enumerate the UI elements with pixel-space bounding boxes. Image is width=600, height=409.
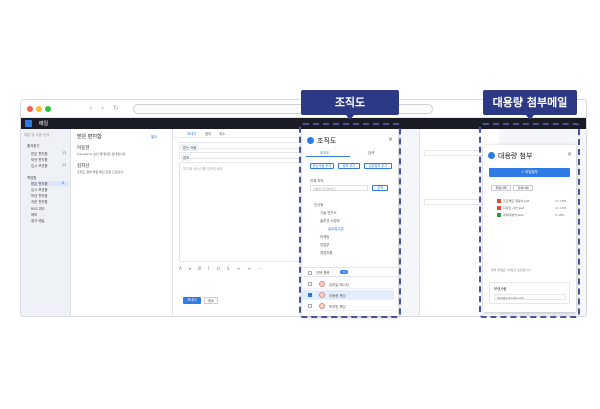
attach-highlight [479,123,580,318]
folder-item[interactable]: 임시 보관함 [31,163,48,168]
cc-label: 참조 [181,154,192,161]
folder-item[interactable]: 즐겨찾기 [27,143,39,148]
maximize-window-icon[interactable] [45,106,51,112]
mail-sender: 김지선 [77,164,90,169]
toolbar-cancel[interactable]: 취소 [219,131,225,136]
folder-count: 6 [62,181,65,185]
mail-sender: 이동현 [77,146,90,151]
folder-count: 13 [62,151,67,155]
attach-callout: 대용량 첨부메일 [483,90,577,115]
folder-pane: 메일 및 사용 검색 즐겨찾기 받은 편지함 13 보낸 편지함 임시 보관함 12 백업함… [21,129,71,316]
folder-item[interactable]: 받은 편지함 [31,151,48,156]
folder-item[interactable]: 정크 메일 [31,218,45,223]
discard-button[interactable]: 취소 [204,297,218,304]
cc-field[interactable]: 참조 [179,152,317,161]
body-placeholder: 여기에 메시지를 입력하세요 [183,167,223,171]
toolbar-send[interactable]: 보내기 [187,131,196,136]
folder-item[interactable]: 지운 편지함 [31,199,48,204]
mail-preview: 조직도 첨부 파일 확인 요청 드립니다 [77,170,124,174]
folder-item[interactable]: 보낸 편지함 [31,193,48,198]
reload-icon[interactable]: ↻ [113,104,119,112]
send-button[interactable]: 보내기 [183,297,201,304]
attach-callout-pointer [526,115,534,120]
folder-item[interactable]: 임시 보관함 [31,187,48,192]
org-highlight [299,123,401,318]
org-callout-pointer [346,115,354,120]
close-window-icon[interactable] [27,106,33,112]
minimize-window-icon[interactable] [36,106,42,112]
folder-count: 12 [62,163,67,167]
app-grid-icon[interactable] [25,120,32,127]
mail-filter[interactable]: 필터 [151,134,157,139]
format-toolbar[interactable]: A ▾ B I U S ≡ ≡ ⋯ [179,266,317,272]
subject-field[interactable] [424,199,486,205]
to-field[interactable]: 받는 사람 [179,142,317,151]
app-title: 메일 [39,121,49,127]
mail-item[interactable]: 이동현 sns.app.io 보안 업데이트 안내입니다 [77,145,125,156]
folder-item[interactable]: 메모 [31,212,37,217]
back-icon[interactable]: ‹ [89,103,92,112]
org-callout: 조직도 [301,90,399,115]
mail-list: 받은 편지함 필터 이동현 sns.app.io 보안 업데이트 안내입니다 김… [71,129,173,316]
folder-item[interactable]: 보낸 편지함 [31,157,48,162]
forward-icon[interactable]: › [101,103,104,112]
mail-list-title: 받은 편지함 [77,134,102,140]
mail-item[interactable]: 김지선 조직도 첨부 파일 확인 요청 드립니다 [77,163,123,174]
folder-search[interactable]: 메일 및 사용 검색 [24,132,49,137]
folder-item[interactable]: 백업함 [27,175,36,180]
to-label: 받는 사람 [181,144,199,151]
mail-preview: sns.app.io 보안 업데이트 안내입니다 [77,152,126,156]
message-body[interactable]: 여기에 메시지를 입력하세요 [179,162,317,262]
toolbar-attach[interactable]: 첨부 [205,131,211,136]
from-field[interactable] [424,150,486,156]
folder-item[interactable]: RSS 피드 [31,206,45,211]
